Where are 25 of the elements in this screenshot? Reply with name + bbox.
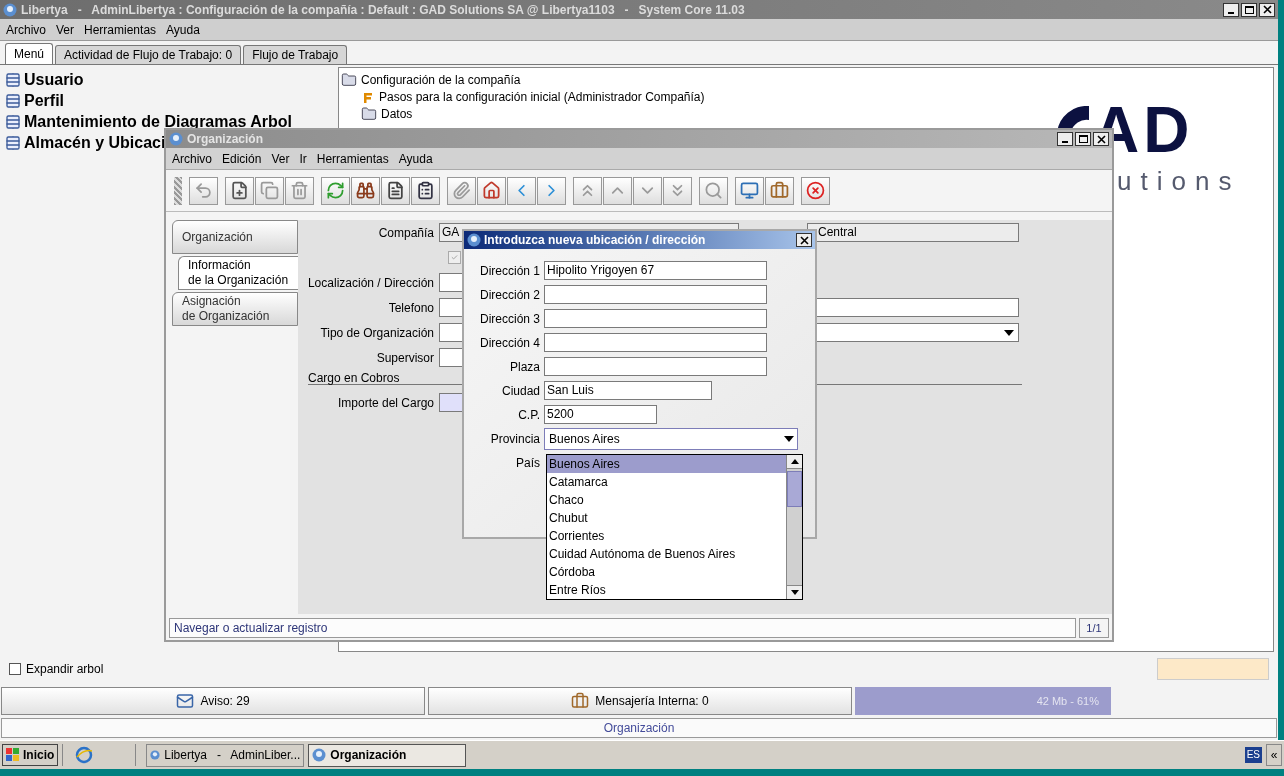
window-title: Organización (187, 131, 264, 148)
field-label: Plaza (508, 358, 541, 376)
field-label: Dirección 2 (478, 286, 541, 304)
field-label: Tipo de Organización (319, 324, 435, 342)
logo-text: utions (1117, 166, 1241, 196)
field-label: Importe del Cargo (336, 394, 435, 412)
memory-bar: 42 Mb - 61% (855, 687, 1111, 715)
field-label: Supervisor (375, 349, 435, 367)
field-label: Dirección 3 (478, 310, 541, 328)
field-label: Compañía (377, 224, 435, 242)
record-count: 1/1 (1079, 618, 1109, 638)
checkbox-label: Expandir arbol (26, 661, 105, 678)
field-label: Dirección 1 (478, 262, 541, 280)
section-title: Cargo en Cobros (308, 371, 400, 385)
field-label: C.P. (517, 406, 541, 424)
field-label: Ciudad (500, 382, 541, 400)
status-bar: Navegar o actualizar registro (169, 618, 1076, 638)
field-label: Dirección 4 (478, 334, 541, 352)
field-label: Localización / Dirección (306, 274, 435, 292)
field-label: Provincia (489, 430, 541, 448)
field-label: Telefono (387, 299, 435, 317)
field-label: País (515, 454, 541, 472)
active-window-label: Organización (1, 718, 1277, 738)
dialog-title: Introduzca nueva ubicación / dirección (484, 232, 707, 249)
window-title: Libertya - AdminLibertya : Configuración de la compañía : Default : GAD Solutions SA @ Libertya1103 - System Core 11.03 (21, 1, 746, 19)
